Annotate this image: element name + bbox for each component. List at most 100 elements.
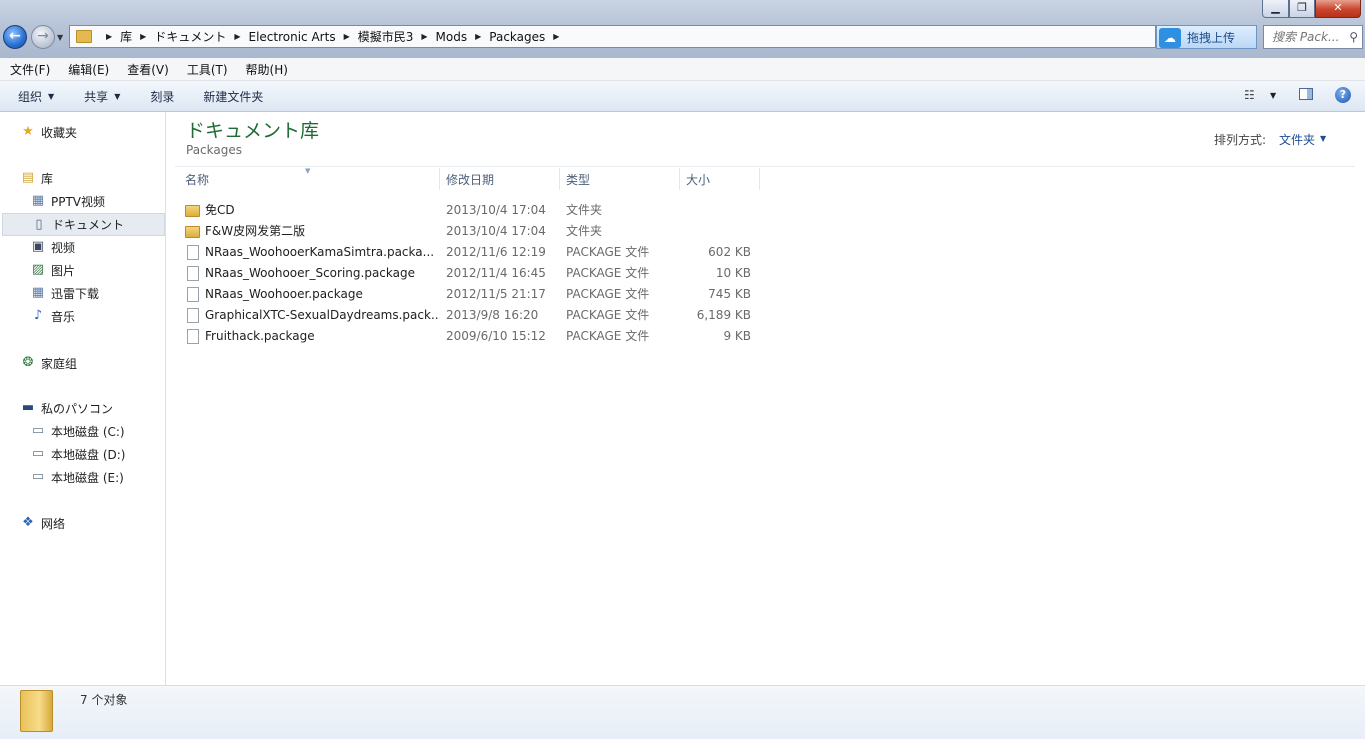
library-subtitle: Packages xyxy=(186,143,242,157)
nav-drive-e[interactable]: ▭ 本地磁盘 (E:) xyxy=(30,467,124,487)
new-folder-button[interactable]: 新建文件夹 xyxy=(203,88,263,105)
file-date: 2009/6/10 15:12 xyxy=(446,329,546,343)
file-size: 602 KB xyxy=(708,245,751,259)
nav-drive-d[interactable]: ▭ 本地磁盘 (D:) xyxy=(30,444,126,464)
drag-upload-button[interactable]: ☁ 拖拽上传 xyxy=(1156,25,1257,49)
file-date: 2013/10/4 17:04 xyxy=(446,203,546,217)
recent-pages-button[interactable]: ▼ xyxy=(57,33,63,42)
hard-drive-icon: ▭ xyxy=(31,423,45,438)
item-count: 7 个对象 xyxy=(80,693,128,707)
nav-thunder-downloads[interactable]: ▦ 迅雷下载 xyxy=(30,283,99,303)
help-icon[interactable]: ? xyxy=(1335,87,1351,103)
command-bar: 组织 ▼ 共享 ▼ 刻录 新建文件夹 xyxy=(0,81,1365,112)
menu-view[interactable]: 查看(V) xyxy=(117,61,177,78)
nav-drive-c[interactable]: ▭ 本地磁盘 (C:) xyxy=(30,421,125,441)
arrange-by-dropdown[interactable]: 文件夹 xyxy=(1279,131,1315,148)
nav-favorites[interactable]: ★ 收藏夹 xyxy=(20,122,77,142)
nav-music[interactable]: ♪ 音乐 xyxy=(30,306,75,326)
search-input[interactable] xyxy=(1272,30,1342,44)
file-name: GraphicalXTC-SexualDaydreams.pack... xyxy=(205,308,440,322)
document-icon: ▯ xyxy=(35,216,43,232)
nav-pptv-video[interactable]: ▦ PPTV视频 xyxy=(30,191,105,211)
file-date: 2012/11/5 21:17 xyxy=(446,287,546,301)
file-date: 2013/9/8 16:20 xyxy=(446,308,539,322)
nav-network[interactable]: ❖ 网络 xyxy=(20,513,65,533)
divider xyxy=(175,166,1355,167)
arrow-right-icon: → xyxy=(37,28,49,44)
file-type: 文件夹 xyxy=(566,224,603,238)
chevron-down-icon: ▼ xyxy=(57,33,64,42)
file-name: NRaas_Woohooer_Scoring.package xyxy=(205,266,415,280)
file-row[interactable]: F&W皮网发第二版 2013/10/4 17:04 文件夹 xyxy=(183,221,763,242)
breadcrumb-packages[interactable]: Packages ▶ xyxy=(489,30,567,44)
nav-video[interactable]: ▣ 视频 xyxy=(30,237,75,257)
folder-icon xyxy=(185,205,200,217)
menu-file[interactable]: 文件(F) xyxy=(0,61,58,78)
file-row[interactable]: GraphicalXTC-SexualDaydreams.pack... 201… xyxy=(183,305,763,326)
file-row[interactable]: NRaas_Woohooer.package 2012/11/5 21:17 P… xyxy=(183,284,763,305)
homegroup-icon: ❂ xyxy=(22,355,34,370)
burn-button[interactable]: 刻录 xyxy=(150,88,174,105)
arrow-left-icon: ← xyxy=(9,28,21,44)
details-pane xyxy=(0,685,1365,739)
menu-edit[interactable]: 编辑(E) xyxy=(58,61,117,78)
minimize-button[interactable]: ▁ xyxy=(1262,0,1289,18)
nav-documents[interactable]: ▯ ドキュメント xyxy=(2,213,165,236)
file-row[interactable]: NRaas_Woohooer_Scoring.package 2012/11/4… xyxy=(183,263,763,284)
file-row[interactable]: 免CD 2013/10/4 17:04 文件夹 xyxy=(183,200,763,221)
chevron-down-icon[interactable]: ▼ xyxy=(1270,91,1276,100)
breadcrumb-documents[interactable]: ドキュメント ▶ xyxy=(154,28,248,45)
column-header-date[interactable]: 修改日期 xyxy=(440,168,560,190)
back-button[interactable]: ← xyxy=(3,25,27,49)
folder-icon xyxy=(185,226,200,238)
star-icon: ★ xyxy=(22,124,34,139)
share-button[interactable]: 共享 ▼ xyxy=(84,88,120,105)
menu-bar: 文件(F) 编辑(E) 查看(V) 工具(T) 帮助(H) xyxy=(0,58,1365,81)
file-date: 2012/11/6 12:19 xyxy=(446,245,546,259)
menu-tools[interactable]: 工具(T) xyxy=(177,61,236,78)
breadcrumb-mods[interactable]: Mods ▶ xyxy=(436,30,490,44)
file-type: PACKAGE 文件 xyxy=(566,329,650,343)
hard-drive-icon: ▭ xyxy=(31,446,45,461)
close-button[interactable]: ✕ xyxy=(1315,0,1361,18)
network-icon: ❖ xyxy=(22,515,34,530)
picture-icon: ▨ xyxy=(31,262,45,277)
chevron-down-icon[interactable]: ▼ xyxy=(1320,134,1326,143)
menu-help[interactable]: 帮助(H) xyxy=(236,61,296,78)
search-box[interactable]: ⚲ xyxy=(1263,25,1363,49)
nav-libraries[interactable]: ▤ 库 xyxy=(20,168,53,188)
column-header-type[interactable]: 类型 xyxy=(560,168,680,190)
cloud-icon: ☁ xyxy=(1159,27,1181,48)
file-row[interactable]: NRaas_WoohooerKamaSimtra.packa... 2012/1… xyxy=(183,242,763,263)
view-options-icon[interactable]: ☷ xyxy=(1244,88,1255,102)
library-title: ドキュメント库 xyxy=(186,120,320,142)
breadcrumb-electronic-arts[interactable]: Electronic Arts ▶ xyxy=(249,30,358,44)
forward-button[interactable]: → xyxy=(31,25,55,49)
breadcrumb-sims3[interactable]: 模擬市民3 ▶ xyxy=(358,28,436,45)
column-header-name[interactable]: 名称 xyxy=(179,168,440,190)
breadcrumb-library[interactable]: 库 ▶ xyxy=(120,28,154,45)
preview-pane-icon[interactable] xyxy=(1299,88,1313,100)
column-header-size[interactable]: 大小 xyxy=(680,168,760,190)
breadcrumb-separator[interactable]: ▶ xyxy=(98,32,120,41)
document-library-icon: ▦ xyxy=(31,193,45,208)
file-icon xyxy=(187,245,199,260)
file-date: 2013/10/4 17:04 xyxy=(446,224,546,238)
file-size: 745 KB xyxy=(708,287,751,301)
library-icon: ▤ xyxy=(21,170,35,185)
folder-icon xyxy=(76,30,92,43)
search-icon[interactable]: ⚲ xyxy=(1349,30,1358,44)
organize-button[interactable]: 组织 ▼ xyxy=(18,88,54,105)
arrange-by-label: 排列方式: xyxy=(1214,133,1267,147)
file-icon xyxy=(187,266,199,281)
file-date: 2012/11/4 16:45 xyxy=(446,266,546,280)
address-bar[interactable]: ▶ 库 ▶ ドキュメント ▶ Electronic Arts ▶ 模擬市民3 ▶ Mod… xyxy=(69,25,1156,48)
maximize-button[interactable]: ❐ xyxy=(1289,0,1315,18)
file-icon xyxy=(187,287,199,302)
nav-computer[interactable]: ▬ 私のパソコン xyxy=(20,398,113,418)
nav-homegroup[interactable]: ❂ 家庭组 xyxy=(20,353,77,373)
file-row[interactable]: Fruithack.package 2009/6/10 15:12 PACKAG… xyxy=(183,326,763,347)
film-icon: ▣ xyxy=(31,239,45,254)
nav-pictures[interactable]: ▨ 图片 xyxy=(30,260,75,280)
file-name: NRaas_WoohooerKamaSimtra.packa... xyxy=(205,245,435,259)
